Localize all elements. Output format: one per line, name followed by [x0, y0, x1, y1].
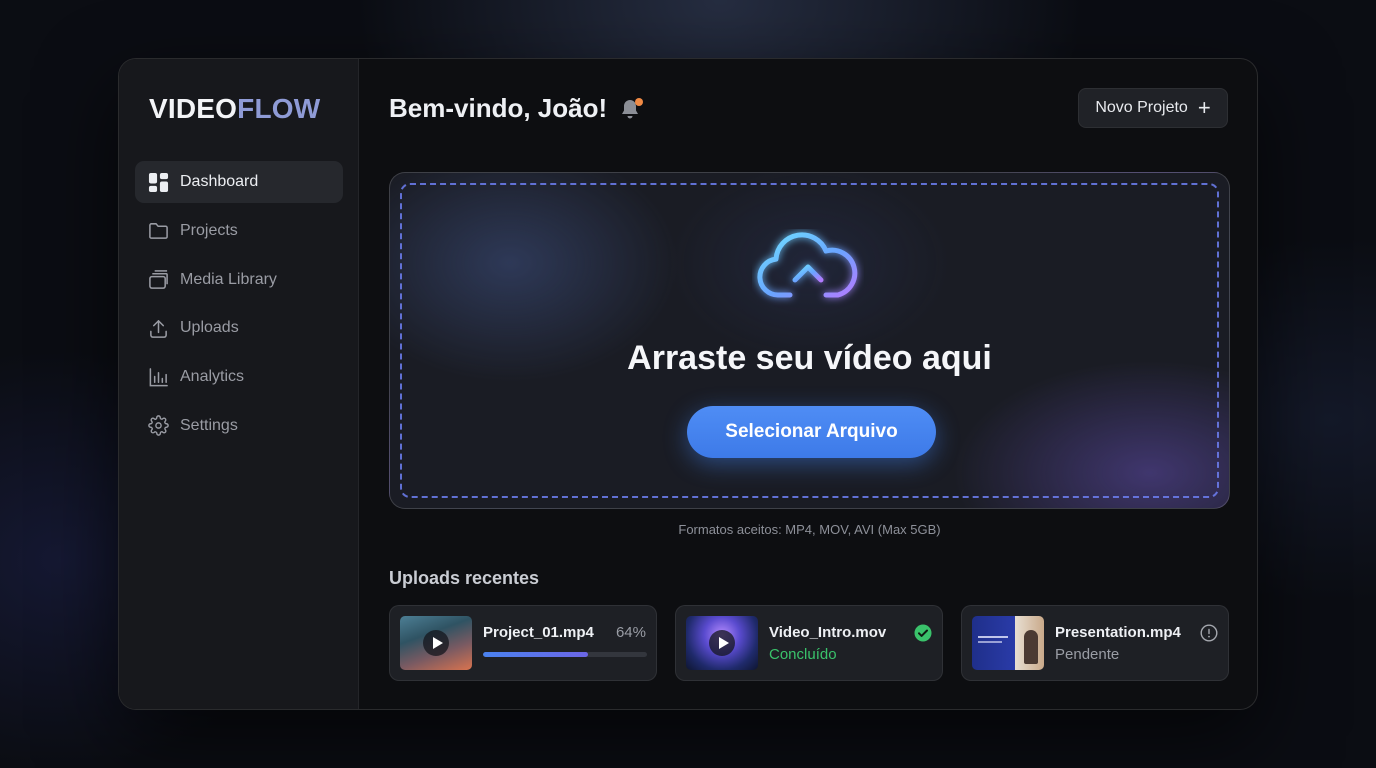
- upload-progress-fill: [483, 652, 588, 657]
- upload-status: Concluído: [769, 646, 837, 663]
- play-icon[interactable]: [709, 630, 735, 656]
- upload-progress-percent: 64%: [615, 624, 646, 641]
- folder-icon: [147, 220, 169, 242]
- app-window: VIDEOFLOW Dashboard Projects Media Libra…: [118, 58, 1258, 710]
- page-title: Bem-vindo, João!: [389, 93, 644, 124]
- upload-file-name: Project_01.mp4: [483, 624, 594, 641]
- sidebar-item-label: Dashboard: [180, 173, 259, 190]
- main-content: Bem-vindo, João! Novo Projeto + Arraste …: [360, 59, 1257, 709]
- info-icon[interactable]: [1200, 624, 1218, 642]
- play-icon[interactable]: [423, 630, 449, 656]
- slide-person: [1024, 630, 1038, 664]
- app-logo: VIDEOFLOW: [149, 93, 320, 125]
- analytics-icon: [147, 366, 169, 388]
- upload-card[interactable]: Project_01.mp4 64%: [389, 605, 657, 681]
- upload-card[interactable]: Presentation.mp4 Pendente: [961, 605, 1229, 681]
- bell-icon[interactable]: [619, 97, 644, 121]
- logo-text-video: VIDEO: [149, 93, 238, 124]
- select-file-button[interactable]: Selecionar Arquivo: [687, 406, 936, 458]
- sidebar: VIDEOFLOW Dashboard Projects Media Libra…: [119, 59, 359, 709]
- upload-file-name: Presentation.mp4: [1055, 624, 1181, 641]
- upload-card[interactable]: Video_Intro.mov Concluído: [675, 605, 943, 681]
- dashboard-icon: [147, 171, 169, 193]
- slide-text-line: [978, 641, 1002, 643]
- sidebar-item-media-library[interactable]: Media Library: [135, 259, 343, 301]
- new-project-button[interactable]: Novo Projeto +: [1078, 88, 1228, 128]
- dropzone-title: Arraste seu vídeo aqui: [627, 339, 992, 377]
- new-project-label: Novo Projeto: [1095, 99, 1188, 116]
- sidebar-item-label: Uploads: [180, 319, 239, 337]
- sidebar-nav: Dashboard Projects Media Library Uploads: [135, 161, 343, 454]
- accepted-formats-text: Formatos aceitos: MP4, MOV, AVI (Max 5GB…: [678, 522, 941, 537]
- video-thumbnail: [686, 616, 758, 670]
- sidebar-item-label: Projects: [180, 221, 238, 239]
- notification-dot: [635, 97, 644, 106]
- sidebar-item-projects[interactable]: Projects: [135, 210, 343, 252]
- gear-icon: [147, 415, 169, 437]
- video-thumbnail: [400, 616, 472, 670]
- welcome-text: Bem-vindo, João!: [389, 93, 608, 123]
- upload-dropzone[interactable]: Arraste seu vídeo aqui Selecionar Arquiv…: [389, 172, 1230, 509]
- logo-text-flow: FLOW: [237, 93, 321, 124]
- upload-status: Pendente: [1055, 646, 1120, 663]
- recent-uploads-title: Uploads recentes: [389, 568, 540, 588]
- sidebar-item-label: Media Library: [180, 270, 277, 288]
- plus-icon: +: [1197, 95, 1211, 120]
- sidebar-item-dashboard[interactable]: Dashboard: [135, 161, 343, 203]
- cloud-upload-icon: [757, 232, 858, 314]
- sidebar-item-label: Settings: [180, 416, 238, 434]
- sidebar-item-label: Analytics: [180, 368, 245, 386]
- sidebar-item-uploads[interactable]: Uploads: [135, 307, 343, 349]
- sidebar-item-analytics[interactable]: Analytics: [135, 356, 343, 398]
- upload-file-name: Video_Intro.mov: [769, 624, 887, 641]
- upload-icon: [147, 317, 169, 339]
- check-circle-icon: [914, 624, 932, 642]
- sidebar-item-settings[interactable]: Settings: [135, 405, 343, 447]
- video-thumbnail: [972, 616, 1044, 670]
- recent-uploads-list: Project_01.mp4 64% Video_Intro.mov Concl…: [389, 605, 1230, 681]
- upload-progress-bar: [483, 652, 647, 657]
- slide-text-line: [978, 636, 1008, 638]
- media-library-icon: [147, 269, 169, 291]
